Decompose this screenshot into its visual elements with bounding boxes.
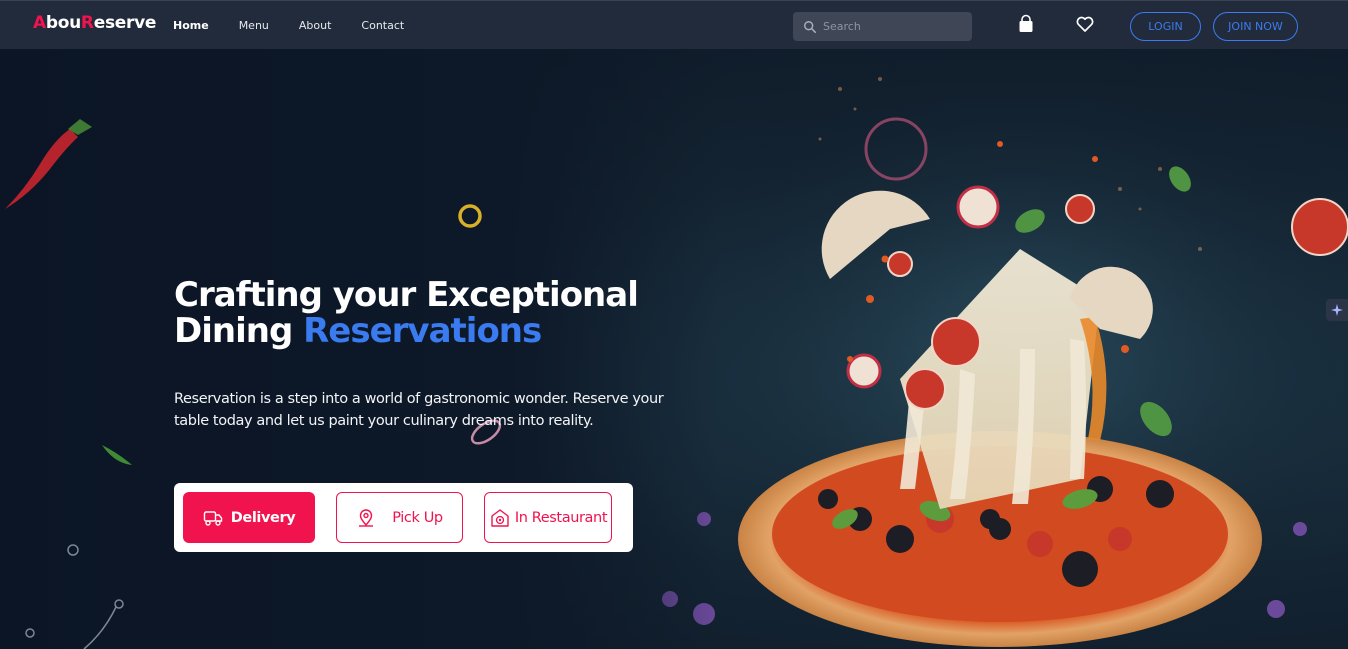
search-icon — [804, 20, 817, 33]
sparkle-widget[interactable] — [1326, 299, 1348, 321]
hero-description: Reservation is a step into a world of ga… — [174, 391, 664, 429]
pick-up-button[interactable]: Pick Up — [336, 492, 463, 543]
in-restaurant-label: In Restaurant — [514, 509, 608, 526]
doodle-line-icon — [25, 599, 124, 649]
nav-links: Home Menu About Contact — [173, 19, 434, 32]
nav-link-contact[interactable]: Contact — [361, 19, 404, 32]
order-options-card: Delivery Pick Up In Restaurant — [174, 483, 633, 552]
nav-link-about[interactable]: About — [299, 19, 332, 32]
search-input[interactable] — [823, 20, 963, 33]
headline-line-2: Dining Reservations — [174, 313, 694, 349]
in-restaurant-button[interactable]: In Restaurant — [484, 492, 612, 543]
logo-text-part2: eserve — [93, 13, 157, 33]
bubble-icon — [67, 544, 79, 556]
headline-accent: Reservations — [303, 311, 542, 351]
nav-link-home[interactable]: Home — [173, 19, 209, 32]
pepper-ring-icon — [458, 204, 482, 228]
navbar: AbouReserve Home Menu About Contact LOGI… — [0, 0, 1348, 49]
delivery-truck-icon — [203, 510, 222, 526]
heart-icon[interactable] — [1075, 14, 1095, 34]
hero-headline: Crafting your Exceptional Dining Reserva… — [174, 277, 694, 349]
join-now-button[interactable]: JOIN NOW — [1213, 12, 1298, 41]
delivery-button[interactable]: Delivery — [183, 492, 315, 543]
location-pin-icon — [359, 508, 374, 527]
nav-link-menu[interactable]: Menu — [239, 19, 269, 32]
pick-up-label: Pick Up — [392, 509, 443, 526]
restaurant-icon — [491, 508, 509, 527]
pizza-illustration — [640, 49, 1348, 649]
logo-letter-a: A — [33, 13, 46, 33]
headline-prefix: Dining — [174, 311, 304, 351]
login-button[interactable]: LOGIN — [1130, 12, 1201, 41]
shopping-bag-icon[interactable] — [1016, 14, 1036, 34]
chili-pepper-icon — [5, 119, 92, 209]
sparkle-icon — [1331, 304, 1343, 316]
logo-letter-r: R — [80, 13, 94, 33]
logo-text-part1: bou — [45, 13, 81, 33]
herb-leaf-icon — [102, 445, 132, 465]
delivery-label: Delivery — [230, 509, 296, 526]
logo[interactable]: AbouReserve — [33, 13, 156, 33]
search-box[interactable] — [793, 12, 972, 41]
hero-section: Crafting your Exceptional Dining Reserva… — [0, 49, 1348, 649]
headline-line-1: Crafting your Exceptional — [174, 275, 639, 315]
